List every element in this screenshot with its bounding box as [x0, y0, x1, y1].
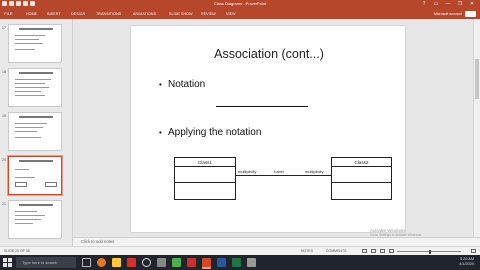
fit-slide-icon[interactable] [471, 249, 476, 253]
tray-date: 4/1/2020 [459, 262, 474, 266]
class-attributes [332, 167, 391, 183]
class-name: Class1 [175, 158, 235, 167]
windows-taskbar: Type here to search 5:29 AM 4/1/2020 [0, 255, 480, 270]
tab-view[interactable]: VIEW [226, 12, 236, 16]
slide-thumbnail[interactable]: 17 [2, 24, 62, 63]
window-controls: ? ▭ — ❐ ✕ [418, 0, 478, 9]
tab-file[interactable]: FILE [0, 9, 17, 19]
class-name: Class2 [332, 158, 391, 167]
title-bar: Class Diagrams - PowerPoint ? ▭ — ❐ ✕ [0, 0, 480, 9]
excel-taskbar-icon[interactable] [232, 258, 241, 267]
share-button[interactable] [465, 11, 476, 17]
zoom-slider[interactable] [397, 249, 461, 254]
comments-button[interactable]: COMMENTS [326, 249, 346, 253]
class-attributes [175, 167, 235, 183]
vertical-scrollbar[interactable] [473, 19, 480, 237]
slide-number: 17 [2, 26, 6, 30]
app-icon[interactable] [247, 258, 256, 267]
slide-number: 20 [2, 158, 6, 162]
close-icon[interactable]: ✕ [466, 0, 478, 9]
class-box-right[interactable]: Class2 [331, 157, 392, 200]
association-line[interactable] [236, 175, 331, 176]
class-box-left[interactable]: Class1 [174, 157, 236, 200]
file-explorer-icon[interactable] [112, 258, 121, 267]
minimize-icon[interactable]: — [442, 0, 454, 9]
zoom-out-button[interactable]: - [390, 249, 391, 253]
tab-animations[interactable]: ANIMATIONS [133, 12, 156, 16]
watermark-subtitle: Go to Settings to activate Windows. [370, 233, 423, 237]
slide-number: 21 [2, 202, 6, 206]
bullet-applying-notation[interactable]: Applying the notation [159, 127, 261, 138]
tab-insert[interactable]: INSERT [47, 12, 61, 16]
reading-view-icon[interactable] [380, 249, 385, 253]
slide-sorter-icon[interactable] [371, 249, 376, 253]
bullet-notation[interactable]: Notation [159, 79, 205, 90]
search-placeholder: Type here to search [22, 260, 58, 265]
slide-thumbnail-selected[interactable]: 20 [2, 156, 62, 195]
ribbon-tabs: FILE HOME INSERT DESIGN TRANSITIONS ANIM… [0, 9, 480, 19]
tab-transitions[interactable]: TRANSITIONS [96, 12, 121, 16]
windows-start-icon[interactable] [3, 258, 12, 267]
ribbon-display-icon[interactable]: ▭ [430, 0, 442, 9]
slide-number: 18 [2, 70, 6, 74]
maximize-icon[interactable]: ❐ [454, 0, 466, 9]
notes-placeholder[interactable]: Click to add notes [81, 239, 114, 244]
tab-design[interactable]: DESIGN [71, 12, 85, 16]
slide-counter: SLIDE 20 OF 38 [4, 249, 30, 253]
scrollbar-thumb[interactable] [475, 59, 479, 99]
association-label: Label [274, 169, 284, 174]
system-tray-clock[interactable]: 5:29 AM 4/1/2020 [459, 257, 474, 267]
firefox-icon[interactable] [97, 258, 106, 267]
window-title: Class Diagrams - PowerPoint [213, 1, 267, 6]
zoom-slider-knob[interactable] [429, 249, 431, 254]
slide-thumbnail[interactable]: 21 [2, 200, 62, 239]
help-icon[interactable]: ? [418, 0, 430, 9]
account-name[interactable]: Microsoft account [434, 12, 462, 16]
notes-pane[interactable]: Click to add notes [73, 237, 480, 246]
powerpoint-taskbar-icon[interactable] [202, 258, 211, 267]
app-icon[interactable] [187, 258, 196, 267]
class-operations [332, 183, 391, 199]
slide-thumbnail[interactable]: 18 [2, 68, 62, 107]
slide-title[interactable]: Association (cont...) [131, 47, 407, 61]
slide-thumbnail-pane[interactable]: 17 18 19 20 21 [0, 19, 73, 246]
task-view-icon[interactable] [82, 258, 91, 267]
status-bar: SLIDE 20 OF 38 NOTES COMMENTS - [0, 246, 480, 255]
clock-app-icon[interactable] [142, 258, 151, 267]
tab-home[interactable]: HOME [26, 12, 37, 16]
slide-thumbnail[interactable]: 19 [2, 112, 62, 151]
slide-canvas[interactable]: Association (cont...) Notation Applying … [130, 25, 406, 233]
notes-button[interactable]: NOTES [301, 249, 313, 253]
class-operations [175, 183, 235, 199]
normal-view-icon[interactable] [362, 249, 367, 253]
activation-watermark: Activate Windows Go to Settings to activ… [370, 228, 422, 237]
tab-slide-show[interactable]: SLIDE SHOW [169, 12, 193, 16]
word-taskbar-icon[interactable] [217, 258, 226, 267]
app-icon[interactable] [172, 258, 181, 267]
right-multiplicity: multiplicity [305, 169, 324, 174]
notation-line [216, 106, 308, 107]
left-multiplicity: multiplicity [238, 169, 257, 174]
app-icon[interactable] [127, 258, 136, 267]
tab-review[interactable]: REVIEW [201, 12, 216, 16]
app-icon[interactable] [157, 258, 166, 267]
taskbar-search-box[interactable]: Type here to search [16, 257, 76, 268]
slide-number: 19 [2, 114, 6, 118]
